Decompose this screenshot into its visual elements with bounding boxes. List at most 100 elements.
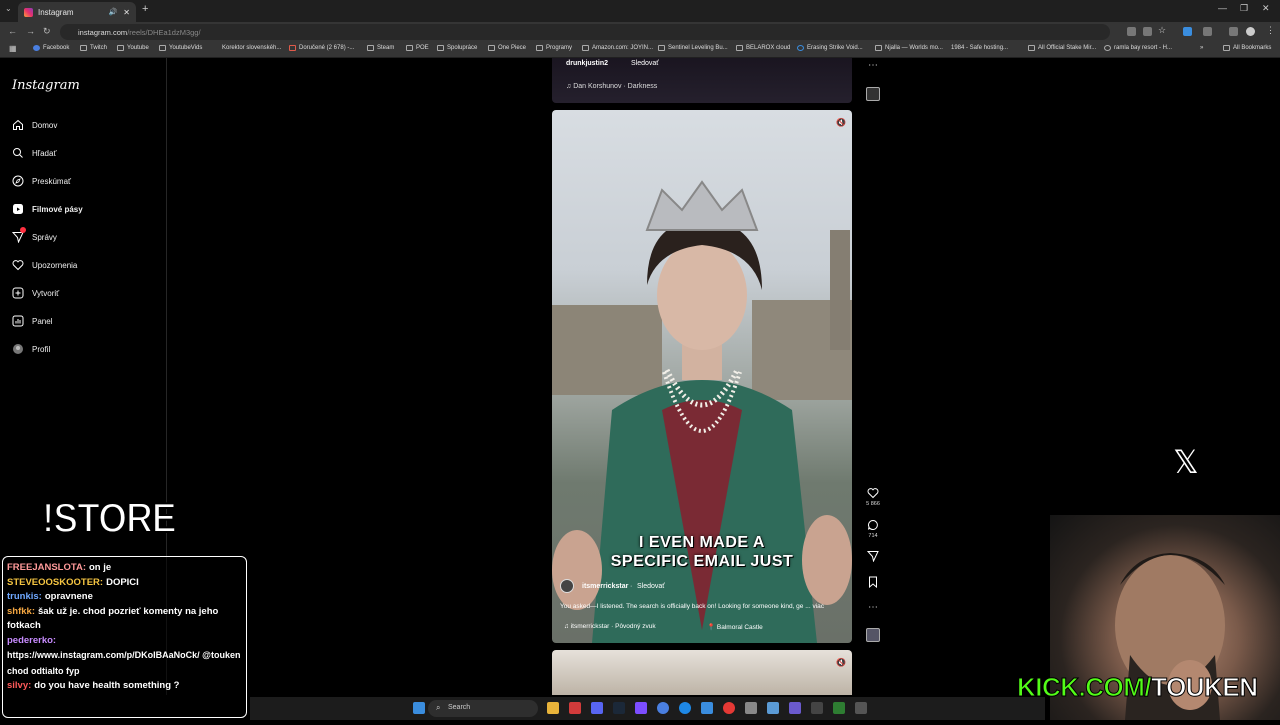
bookmark-item[interactable]: Programy (536, 45, 572, 51)
bookmark-item[interactable]: Spolupráce (437, 45, 477, 51)
new-tab-button[interactable]: + (142, 3, 148, 15)
close-window-button[interactable]: ✕ (1262, 3, 1270, 14)
avatar (13, 344, 23, 354)
forward-button[interactable]: → (26, 26, 35, 36)
sidebar-item-explore[interactable]: Preskúmať (12, 173, 71, 189)
app-icon[interactable] (635, 702, 647, 714)
speaker-icon[interactable]: 🔊 (109, 8, 118, 16)
maximize-button[interactable]: ❐ (1240, 3, 1248, 14)
prev-reel-username[interactable]: drunkjustin2 (566, 60, 608, 67)
tiara (645, 180, 759, 231)
bookmark-item[interactable]: Korektor slovenskéh... (222, 45, 281, 51)
apps-grid-icon[interactable]: ▦ (9, 44, 17, 53)
reel-follow-button[interactable]: Sledovať (637, 583, 665, 590)
file-explorer-icon[interactable] (547, 702, 559, 714)
extension-icon[interactable] (1183, 27, 1192, 36)
taskbar-search[interactable]: ⌕ Search (428, 700, 538, 717)
bookmark-item[interactable]: ramla bay resort - H... (1104, 45, 1172, 51)
discord-icon[interactable] (591, 702, 603, 714)
bookmark-item[interactable]: All Official Stake Mir... (1028, 45, 1096, 51)
app-icon[interactable] (767, 702, 779, 714)
more-options-icon[interactable]: ⋯ (868, 602, 878, 613)
profile-avatar[interactable] (1246, 27, 1255, 36)
mute-icon[interactable]: 🔇 (836, 658, 846, 667)
app-icon[interactable] (789, 702, 801, 714)
reel-description[interactable]: You asked—I listened. The search is offi… (560, 603, 845, 610)
sidebar-item-notifications[interactable]: Upozornenia (12, 257, 77, 273)
sidebar-item-label: Filmové pásy (32, 204, 83, 214)
bookmark-item[interactable]: Steam (367, 45, 394, 51)
save-button[interactable] (866, 576, 880, 590)
x-logo-icon: 𝕏 (1173, 443, 1199, 481)
sidebar-item-reels[interactable]: Filmové pásy (12, 201, 83, 217)
steam-icon[interactable] (613, 702, 625, 714)
chrome-icon[interactable] (657, 702, 669, 714)
bookmark-item[interactable]: Youtube (117, 45, 149, 51)
edge-icon[interactable] (679, 702, 691, 714)
bookmark-item[interactable]: Twitch (80, 45, 107, 51)
mute-icon[interactable]: 🔇 (836, 118, 846, 127)
bookmark-item[interactable]: Erasing Strike Void... (797, 45, 863, 51)
app-icon[interactable] (855, 702, 867, 714)
chat-message: shfkk: šak už je. chod pozrieť komenty na… (7, 605, 219, 632)
menu-kebab-icon[interactable]: ⋮ (1266, 25, 1275, 36)
next-reel[interactable]: 🔇 (552, 650, 852, 695)
bookmark-star-icon[interactable]: ☆ (1158, 25, 1166, 36)
comment-button[interactable]: 714 (866, 519, 880, 539)
sidebar-item-profile[interactable]: Profil (12, 341, 50, 357)
reel-video[interactable]: 🔇 I EVEN MADE A SPECIFIC EMAIL JUST itsm… (552, 110, 852, 643)
share-button[interactable] (866, 550, 880, 564)
previous-reel[interactable]: drunkjustin2 Sledovať ♫ Dan Korshunov · … (552, 58, 852, 103)
author-avatar[interactable] (560, 579, 574, 593)
extension-icon[interactable] (1143, 27, 1152, 36)
app-icon[interactable] (745, 702, 757, 714)
prev-reel-follow[interactable]: Sledovať (631, 60, 659, 67)
audio-thumbnail[interactable] (866, 628, 880, 642)
reel-location[interactable]: 📍 Balmoral Castle (707, 623, 763, 631)
app-icon[interactable] (811, 702, 823, 714)
bookmark-item[interactable]: Facebook (33, 45, 69, 51)
sidebar-item-create[interactable]: Vytvoriť (12, 285, 59, 301)
more-options-icon[interactable]: ⋯ (868, 60, 878, 71)
reel-audio[interactable]: ♫ itsmerrickstar · Pôvodný zvuk (564, 623, 656, 630)
reload-button[interactable]: ↻ (43, 26, 51, 37)
extension-icon[interactable] (1229, 27, 1238, 36)
tab-instagram[interactable]: Instagram 🔊 ✕ (18, 2, 136, 22)
bookmark-item[interactable]: Njalla — Worlds mo... (875, 45, 943, 51)
like-button[interactable]: 5 866 (866, 487, 880, 507)
app-icon[interactable] (701, 702, 713, 714)
extensions-puzzle-icon[interactable] (1203, 27, 1212, 36)
minimize-button[interactable]: — (1218, 3, 1227, 13)
sidebar-item-dashboard[interactable]: Panel (12, 313, 52, 329)
bookmark-item[interactable]: POE (406, 45, 429, 51)
tab-list-icon[interactable]: ⌄ (5, 4, 12, 13)
bookmark-item[interactable]: Doručené (2 678) -... (289, 45, 354, 51)
bookmark-item[interactable]: One Piece (488, 45, 526, 51)
extension-icon[interactable] (1127, 27, 1136, 36)
sidebar-item-messages[interactable]: Správy (12, 227, 57, 245)
instagram-logo[interactable]: Instagram (12, 78, 80, 93)
face (657, 240, 747, 350)
start-button[interactable] (413, 702, 425, 714)
comment-icon (868, 519, 878, 530)
audio-thumbnail[interactable] (866, 87, 880, 101)
heart-icon (12, 260, 24, 271)
all-bookmarks[interactable]: All Bookmarks (1223, 45, 1271, 51)
bookmark-item[interactable]: Sentinel Leveling Bu... (658, 45, 728, 51)
bookmark-item[interactable]: Amazon.com: JOYIN... (582, 45, 653, 51)
bookmark-item[interactable]: BELAROX cloud (736, 45, 790, 51)
bookmark-item[interactable]: YoutubeVids (159, 45, 202, 51)
sidebar-item-home[interactable]: Domov (12, 117, 57, 133)
app-icon[interactable] (723, 702, 735, 714)
reel-username[interactable]: itsmerrickstar (582, 583, 628, 590)
sidebar-item-search[interactable]: Hľadať (12, 145, 56, 161)
back-button[interactable]: ← (8, 26, 17, 36)
bookmark-item[interactable]: 1984 - Safe hosting... (951, 45, 1008, 51)
app-icon[interactable] (833, 702, 845, 714)
app-icon[interactable] (569, 702, 581, 714)
url-bar[interactable]: instagram.com/reels/DHEa1dzM3gg/ (60, 24, 1110, 40)
close-tab-icon[interactable]: ✕ (123, 8, 130, 17)
sidebar-item-label: Správy (32, 232, 57, 242)
prev-reel-audio[interactable]: ♫ Dan Korshunov · Darkness (566, 83, 657, 90)
bookmarks-overflow-icon[interactable]: » (1200, 45, 1203, 51)
